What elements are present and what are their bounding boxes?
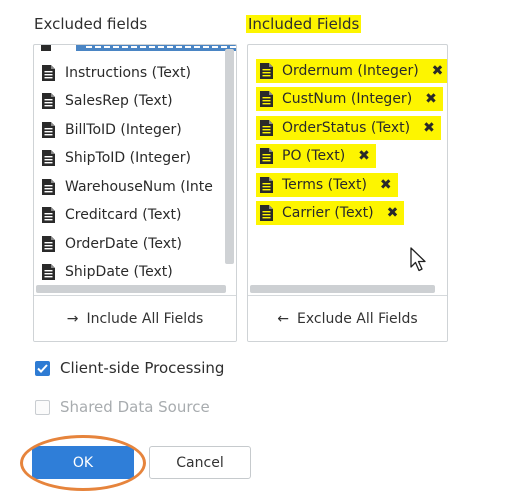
excluded-fields-panel: Instructions (Text) SalesRep (Text) Bill… [33, 44, 237, 342]
close-icon[interactable]: ✖ [432, 63, 444, 79]
mouse-pointer-icon [410, 247, 426, 272]
document-icon [260, 205, 273, 221]
highlight-ring [20, 435, 146, 491]
excluded-field-item[interactable]: ShipDate (Text) [42, 261, 173, 283]
document-icon [42, 264, 55, 280]
client-side-processing-checkbox[interactable] [35, 360, 50, 376]
excluded-field-item[interactable]: SalesRep (Text) [42, 90, 173, 112]
excluded-field-item[interactable]: OrderDate (Text) [42, 233, 182, 255]
selected-field-row[interactable] [76, 45, 236, 51]
field-name: OrderStatus (Text) [282, 120, 411, 136]
close-icon[interactable]: ✖ [358, 148, 370, 164]
document-icon [42, 93, 55, 109]
included-field-item[interactable]: Terms (Text) ✖ [256, 173, 398, 197]
include-all-fields-button[interactable]: → Include All Fields [34, 295, 236, 341]
document-icon [260, 148, 273, 164]
field-name: Terms (Text) [282, 177, 367, 193]
document-icon [260, 120, 273, 136]
close-icon[interactable]: ✖ [423, 120, 435, 136]
arrow-left-icon: ← [277, 310, 289, 327]
shared-data-source-checkbox[interactable] [35, 399, 50, 415]
field-name: Instructions (Text) [65, 65, 191, 81]
included-field-item[interactable]: OrderStatus (Text) ✖ [256, 116, 441, 140]
exclude-all-label: Exclude All Fields [297, 310, 418, 327]
cancel-button[interactable]: Cancel [149, 446, 251, 479]
field-name: SalesRep (Text) [65, 93, 173, 109]
document-icon [42, 207, 55, 223]
client-side-processing-option[interactable]: Client-side Processing [35, 359, 224, 377]
include-all-label: Include All Fields [86, 310, 204, 327]
excluded-field-item[interactable]: ShipToID (Integer) [42, 147, 191, 169]
included-fields-panel: Ordernum (Integer) ✖ CustNum (Integer) ✖… [247, 44, 448, 342]
field-name: WarehouseNum (Inte [65, 179, 213, 195]
field-name: OrderDate (Text) [65, 236, 182, 252]
document-icon [42, 179, 55, 195]
excluded-fields-label: Excluded fields [34, 15, 148, 33]
document-icon [260, 63, 273, 79]
field-name: BillToID (Integer) [65, 122, 182, 138]
included-field-item[interactable]: CustNum (Integer) ✖ [256, 87, 443, 111]
shared-data-source-label: Shared Data Source [60, 398, 210, 416]
document-icon [42, 236, 55, 252]
excluded-field-item[interactable]: Creditcard (Text) [42, 204, 181, 226]
document-icon [260, 91, 273, 107]
excluded-field-item[interactable]: Instructions (Text) [42, 62, 191, 84]
arrow-right-icon: → [66, 310, 79, 327]
close-icon[interactable]: ✖ [380, 177, 392, 193]
shared-data-source-option[interactable]: Shared Data Source [35, 398, 210, 416]
document-icon [42, 150, 55, 166]
vertical-scrollbar[interactable] [225, 49, 234, 264]
horizontal-scrollbar[interactable] [36, 285, 226, 293]
client-side-processing-label: Client-side Processing [60, 359, 225, 377]
included-field-item[interactable]: Carrier (Text) ✖ [256, 201, 405, 225]
document-icon [260, 177, 273, 193]
field-name: Ordernum (Integer) [282, 63, 419, 79]
included-field-item[interactable]: PO (Text) ✖ [256, 144, 376, 168]
close-icon[interactable]: ✖ [387, 205, 399, 221]
field-name: ShipToID (Integer) [65, 150, 191, 166]
document-icon [41, 45, 51, 51]
field-name: CustNum (Integer) [282, 91, 413, 107]
included-fields-label: Included Fields [246, 15, 362, 33]
excluded-field-item[interactable]: WarehouseNum (Inte [42, 176, 213, 198]
field-name: Creditcard (Text) [65, 207, 182, 223]
excluded-field-item[interactable]: BillToID (Integer) [42, 119, 182, 141]
excluded-fields-list[interactable]: Instructions (Text) SalesRep (Text) Bill… [34, 45, 236, 295]
field-name: Carrier (Text) [282, 205, 374, 221]
included-field-item[interactable]: Ordernum (Integer) ✖ [256, 59, 447, 83]
field-name: ShipDate (Text) [65, 264, 173, 280]
document-icon [42, 65, 55, 81]
document-icon [42, 122, 55, 138]
close-icon[interactable]: ✖ [425, 91, 437, 107]
included-fields-list[interactable]: Ordernum (Integer) ✖ CustNum (Integer) ✖… [248, 45, 447, 295]
field-name: PO (Text) [282, 148, 346, 164]
exclude-all-fields-button[interactable]: ← Exclude All Fields [248, 295, 447, 341]
checkmark-icon [37, 363, 48, 373]
horizontal-scrollbar[interactable] [250, 285, 435, 293]
